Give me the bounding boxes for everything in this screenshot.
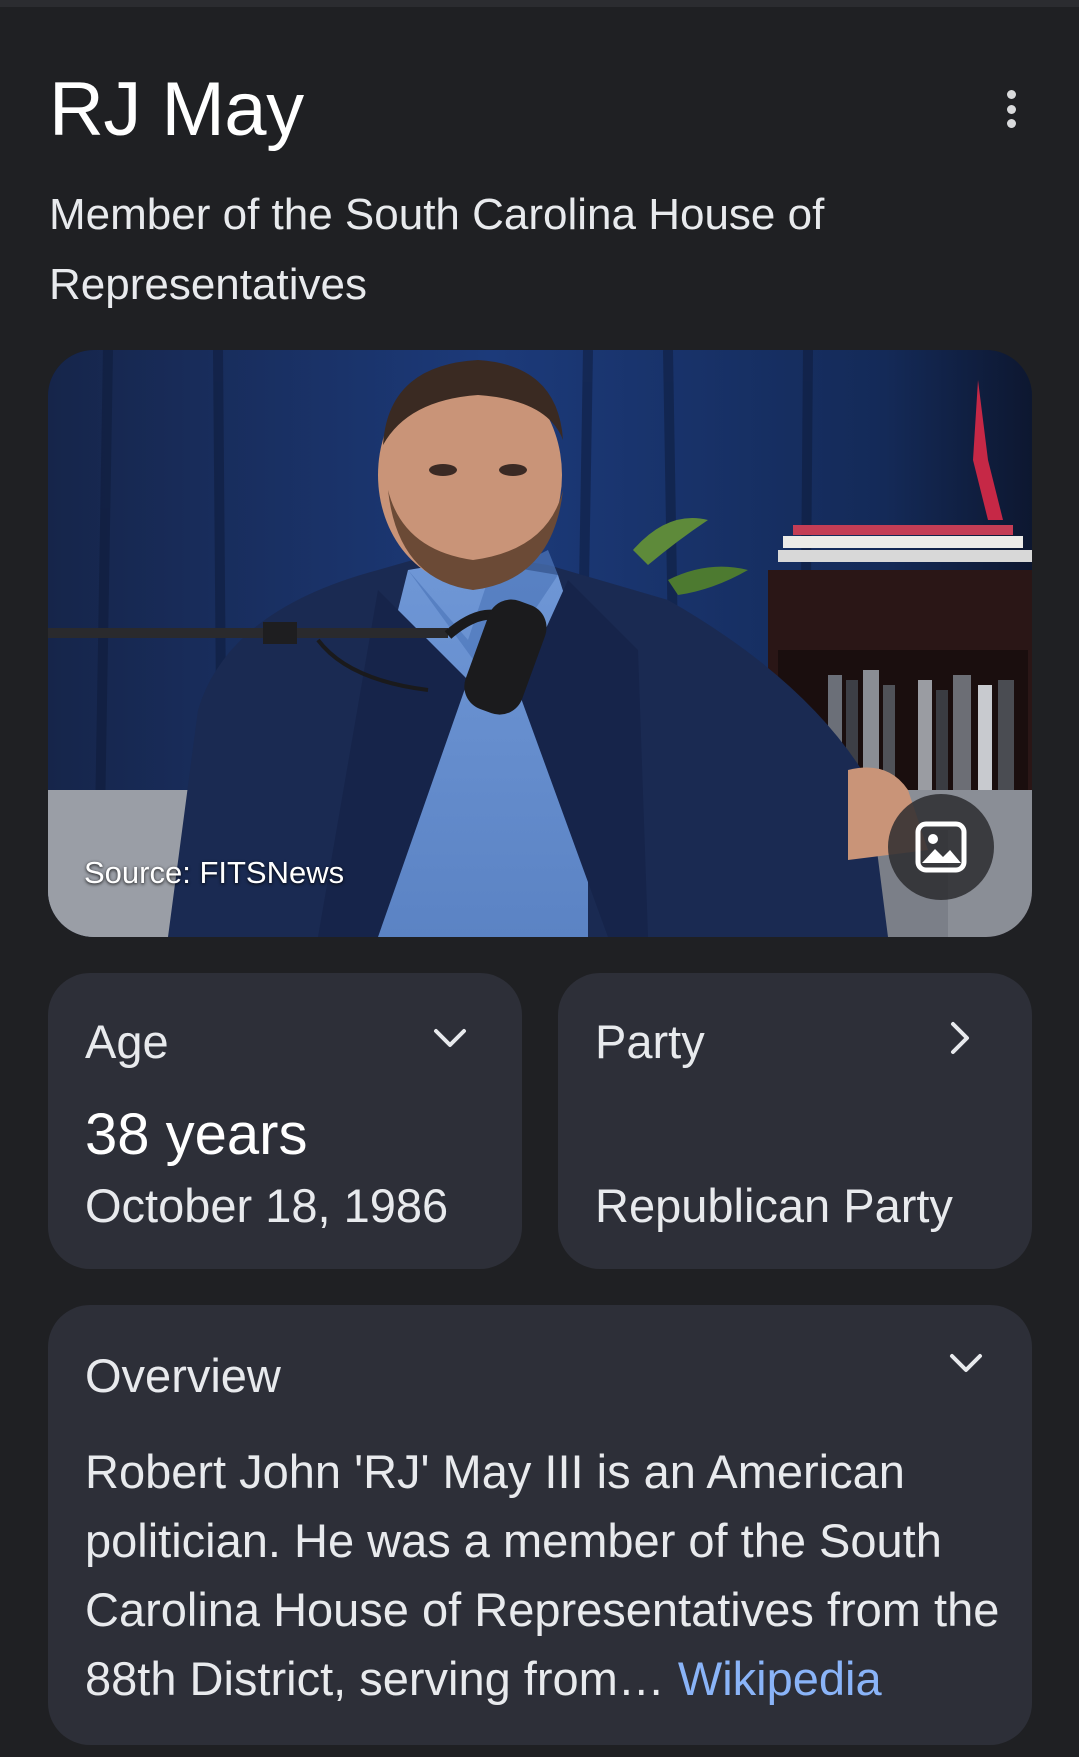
hero-image[interactable]: Source: FITSNews <box>48 350 1032 937</box>
age-card[interactable]: Age 38 years October 18, 1986 <box>48 973 522 1269</box>
page-title: RJ May <box>49 67 304 152</box>
chevron-right-icon[interactable] <box>940 1018 980 1058</box>
party-label: Party <box>595 1015 705 1068</box>
image-icon[interactable] <box>888 794 994 900</box>
age-label: Age <box>85 1015 169 1068</box>
overview-card[interactable]: Overview Robert John 'RJ' May III is an … <box>48 1305 1032 1745</box>
page-subtitle: Member of the South Carolina House of Re… <box>49 190 825 309</box>
birth-date: October 18, 1986 <box>85 1179 449 1232</box>
age-value: 38 years <box>85 1102 308 1167</box>
party-card[interactable]: Party Republican Party <box>558 973 1032 1269</box>
chevron-down-icon[interactable] <box>946 1343 986 1383</box>
knowledge-panel: RJ May Member of the South Carolina Hous… <box>0 0 1079 1757</box>
top-divider <box>0 0 1079 7</box>
wikipedia-link[interactable]: Wikipedia <box>678 1652 882 1705</box>
chevron-down-icon[interactable] <box>430 1018 470 1058</box>
more-options-icon[interactable] <box>994 85 1028 133</box>
image-source-label: Source: FITSNews <box>84 855 345 890</box>
overview-label: Overview <box>85 1349 281 1402</box>
party-value: Republican Party <box>595 1179 953 1232</box>
overview-text: Robert John 'RJ' May III is an American … <box>85 1437 1010 1713</box>
image-glyph-icon <box>915 821 967 873</box>
portrait-photo <box>48 350 1032 937</box>
